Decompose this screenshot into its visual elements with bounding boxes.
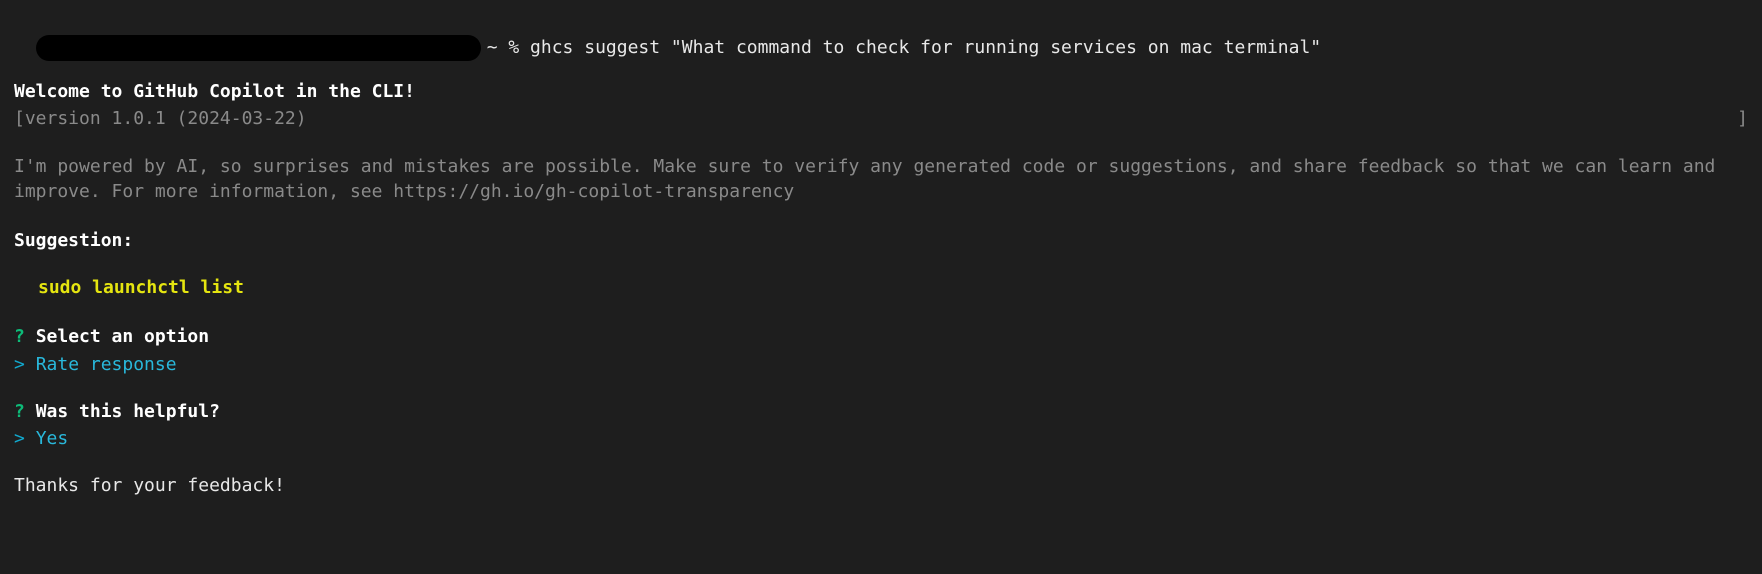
select-option-label: Select an option	[36, 326, 209, 347]
question-mark-icon: ?	[14, 326, 25, 347]
welcome-heading: Welcome to GitHub Copilot in the CLI!	[14, 79, 1748, 104]
helpful-prompt: ? Was this helpful?	[14, 399, 1748, 424]
version-text: [version 1.0.1 (2024-03-22)	[14, 108, 307, 129]
caret-icon: >	[14, 428, 25, 449]
version-close-bracket: ]	[1737, 106, 1748, 131]
helpful-choice[interactable]: > Yes	[14, 426, 1748, 451]
yes-option: Yes	[36, 428, 69, 449]
version-info: [version 1.0.1 (2024-03-22) ]	[14, 106, 1748, 131]
redacted-hostname	[36, 35, 481, 61]
select-option-choice[interactable]: > Rate response	[14, 352, 1748, 377]
caret-icon: >	[14, 354, 25, 375]
rate-response-option: Rate response	[36, 354, 177, 375]
select-option-prompt: ? Select an option	[14, 324, 1748, 349]
thanks-message: Thanks for your feedback!	[14, 473, 1748, 498]
suggestion-heading: Suggestion:	[14, 228, 1748, 253]
prompt-symbol: ~ %	[487, 37, 520, 58]
command-prompt-line: ~ % ghcs suggest "What command to check …	[14, 10, 1748, 61]
helpful-label: Was this helpful?	[36, 401, 220, 422]
question-mark-icon: ?	[14, 401, 25, 422]
disclaimer-text: I'm powered by AI, so surprises and mist…	[14, 154, 1744, 204]
entered-command: ghcs suggest "What command to check for …	[530, 37, 1321, 58]
suggested-command: sudo launchctl list	[14, 275, 1748, 300]
